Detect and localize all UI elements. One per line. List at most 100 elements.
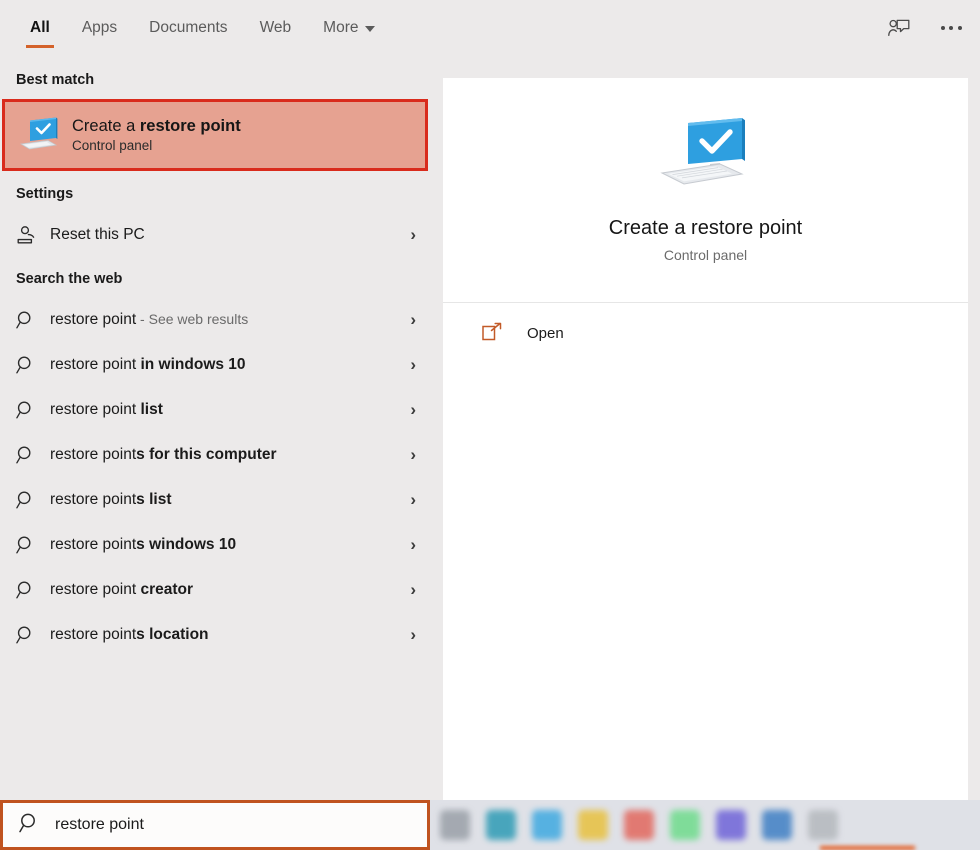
taskbar-icon[interactable]: [532, 810, 562, 840]
chevron-right-icon: ›: [400, 401, 416, 418]
web-result-query: restore point: [50, 356, 140, 373]
best-match-heading: Best match: [0, 58, 430, 98]
search-icon: [16, 490, 42, 510]
web-result-item[interactable]: restore points windows 10›: [0, 522, 430, 567]
search-the-web-heading: Search the web: [0, 257, 430, 297]
search-icon: [16, 625, 42, 645]
more-options-dots: [941, 26, 962, 30]
chevron-right-icon: ›: [400, 491, 416, 508]
web-result-query: restore point: [50, 446, 136, 463]
chevron-right-icon: ›: [400, 536, 416, 553]
web-result-item[interactable]: restore points location›: [0, 612, 430, 657]
tab-documents-label: Documents: [149, 19, 227, 37]
results-panel: Best match: [0, 58, 430, 800]
settings-heading: Settings: [0, 172, 430, 212]
preview-subtitle: Control panel: [664, 247, 747, 263]
best-match-annotation: Create a restore point Control panel: [0, 98, 430, 172]
top-icon-group: [884, 13, 966, 43]
search-icon: [19, 812, 41, 839]
web-result-item[interactable]: restore point in windows 10›: [0, 342, 430, 387]
restore-point-large-icon: [658, 117, 754, 195]
taskbar-icon[interactable]: [762, 810, 792, 840]
tab-apps[interactable]: Apps: [66, 0, 133, 58]
web-result-item[interactable]: restore point list›: [0, 387, 430, 432]
taskbar-icon[interactable]: [486, 810, 516, 840]
web-result-hint: - See web results: [136, 311, 248, 327]
open-external-icon: [481, 322, 503, 344]
chevron-down-icon: [365, 26, 375, 32]
open-action-button[interactable]: Open: [443, 303, 968, 363]
preview-panel: Create a restore point Control panel Ope…: [443, 78, 968, 800]
taskbar-icon[interactable]: [670, 810, 700, 840]
web-result-label: restore point in windows 10: [42, 356, 400, 374]
web-result-label: restore point - See web results: [42, 311, 400, 329]
web-result-label: restore points list: [42, 491, 400, 509]
taskbar-icon[interactable]: [624, 810, 654, 840]
web-result-label: restore point creator: [42, 581, 400, 599]
web-result-query: restore point: [50, 491, 136, 508]
chevron-right-icon: ›: [400, 311, 416, 328]
search-icon: [16, 400, 42, 420]
web-result-label: restore points windows 10: [42, 536, 400, 554]
top-tab-bar: All Apps Documents Web More: [0, 0, 980, 58]
web-result-label: restore points for this computer: [42, 446, 400, 464]
tab-more[interactable]: More: [307, 0, 391, 58]
preview-card: Create a restore point Control panel: [443, 78, 968, 303]
search-icon: [16, 355, 42, 375]
tab-list: All Apps Documents Web More: [14, 0, 391, 58]
web-result-suggestion: s list: [136, 491, 171, 508]
taskbar-icon[interactable]: [578, 810, 608, 840]
chevron-right-icon: ›: [400, 226, 416, 243]
settings-item-reset-this-pc[interactable]: Reset this PC ›: [0, 212, 430, 257]
tab-documents[interactable]: Documents: [133, 0, 243, 58]
taskbar-icon[interactable]: [440, 810, 470, 840]
search-input[interactable]: [55, 816, 425, 834]
web-result-query: restore point: [50, 626, 136, 643]
search-box-annotation: [0, 800, 430, 850]
web-result-query: restore point: [50, 311, 136, 328]
web-result-query: restore point: [50, 536, 136, 553]
best-match-title: Create a restore point: [72, 117, 241, 136]
search-results-window: All Apps Documents Web More: [0, 0, 980, 850]
search-icon: [16, 580, 42, 600]
open-action-label: Open: [527, 325, 564, 342]
web-results-list: restore point - See web results›restore …: [0, 297, 430, 657]
taskbar: [430, 800, 980, 850]
feedback-icon[interactable]: [884, 13, 914, 43]
preview-title: Create a restore point: [609, 217, 802, 240]
taskbar-icon[interactable]: [716, 810, 746, 840]
web-result-item[interactable]: restore point - See web results›: [0, 297, 430, 342]
tab-apps-label: Apps: [82, 19, 117, 37]
web-result-suggestion: list: [140, 401, 162, 418]
web-result-suggestion: s location: [136, 626, 208, 643]
tab-web[interactable]: Web: [244, 0, 308, 58]
search-icon: [16, 535, 42, 555]
reset-pc-icon: [16, 225, 42, 245]
best-match-text: Create a restore point Control panel: [72, 117, 241, 154]
web-result-query: restore point: [50, 581, 140, 598]
taskbar-active-indicator: [820, 846, 915, 850]
tab-all-label: All: [30, 19, 50, 37]
web-result-suggestion: in windows 10: [140, 356, 245, 373]
restore-point-icon: [18, 114, 60, 156]
web-result-suggestion: creator: [140, 581, 193, 598]
best-match-subtitle: Control panel: [72, 138, 241, 153]
best-match-title-prefix: Create a: [72, 117, 140, 135]
web-result-label: restore point list: [42, 401, 400, 419]
more-options-icon[interactable]: [936, 13, 966, 43]
chevron-right-icon: ›: [400, 581, 416, 598]
settings-item-label: Reset this PC: [42, 226, 400, 244]
web-result-label: restore points location: [42, 626, 400, 644]
taskbar-icon[interactable]: [808, 810, 838, 840]
search-icon: [16, 445, 42, 465]
web-result-item[interactable]: restore points list›: [0, 477, 430, 522]
best-match-result-item[interactable]: Create a restore point Control panel: [2, 99, 428, 171]
chevron-right-icon: ›: [400, 626, 416, 643]
web-result-suggestion: s for this computer: [136, 446, 276, 463]
tab-all[interactable]: All: [14, 0, 66, 58]
web-result-item[interactable]: restore point creator›: [0, 567, 430, 612]
tab-more-label: More: [323, 19, 358, 37]
tab-web-label: Web: [260, 19, 292, 37]
web-result-suggestion: s windows 10: [136, 536, 236, 553]
web-result-item[interactable]: restore points for this computer›: [0, 432, 430, 477]
